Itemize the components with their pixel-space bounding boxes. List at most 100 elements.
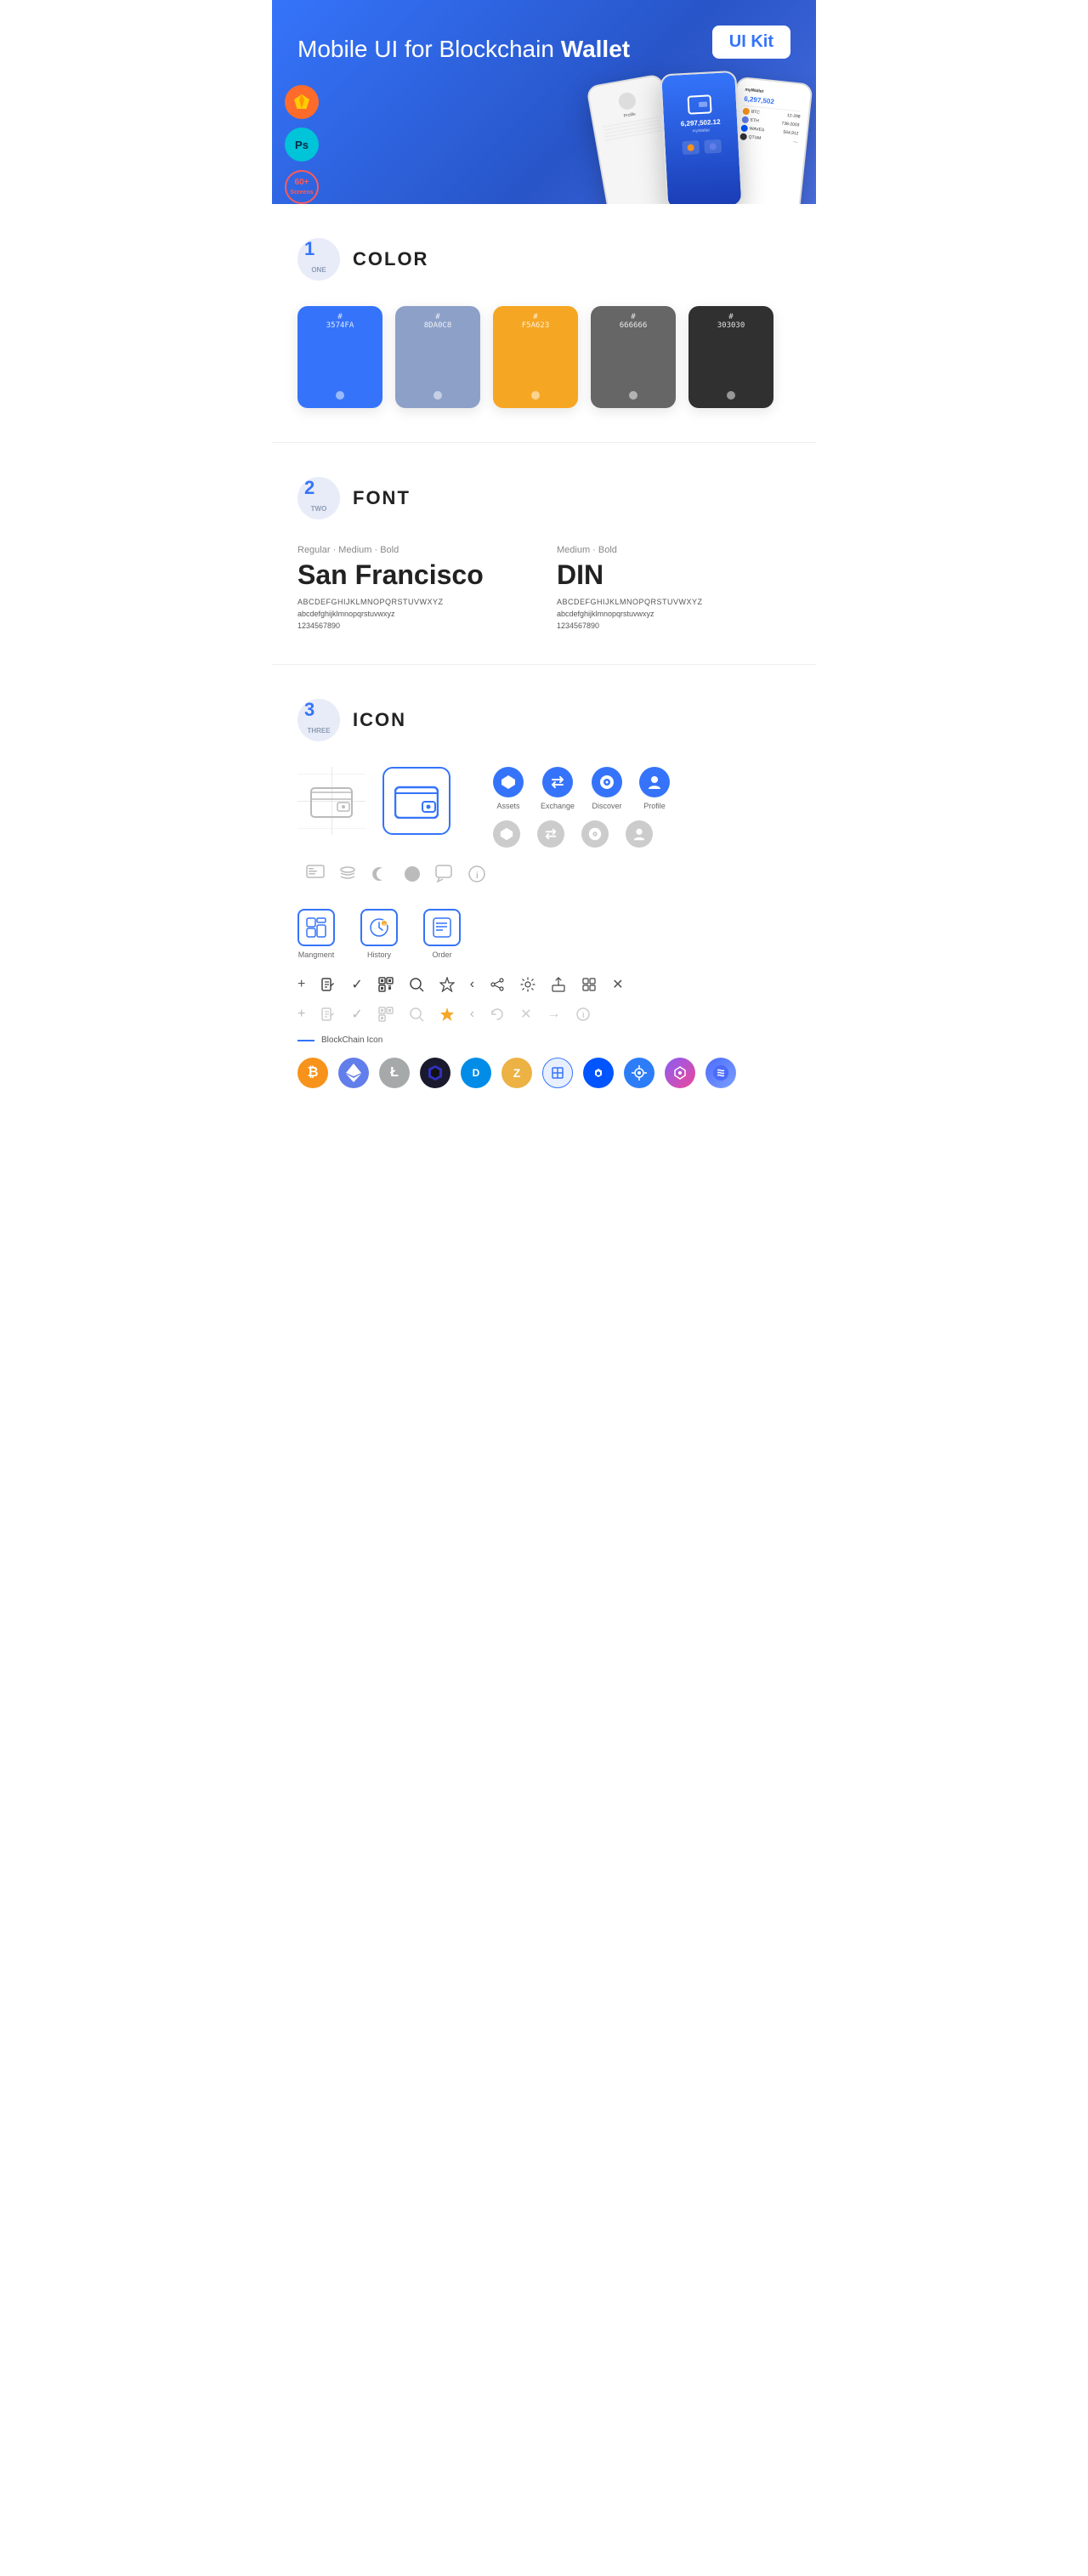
litecoin-icon: Ł xyxy=(379,1058,410,1088)
icon-section-title: ICON xyxy=(353,709,406,731)
share-icon[interactable] xyxy=(490,977,505,992)
order-icon: Order xyxy=(423,909,461,959)
color-swatch-grayblue: #8DA0C8 xyxy=(395,306,480,408)
svg-text:+: + xyxy=(383,922,386,928)
color-swatches-container: #3574FA #8DA0C8 #F5A623 #666666 #303030 xyxy=(298,306,790,408)
plus-icon-inactive: + xyxy=(298,1007,305,1022)
wallet-screen-icon xyxy=(688,94,712,114)
nav-icons-active-row: Assets Exchange xyxy=(493,767,670,810)
circle-icon xyxy=(403,865,422,883)
color-section-title: COLOR xyxy=(353,248,428,270)
din-name: DIN xyxy=(557,559,790,591)
color-swatch-orange: #F5A623 xyxy=(493,306,578,408)
close-icon[interactable]: ✕ xyxy=(612,976,623,993)
moon-icon xyxy=(371,865,389,883)
sf-lowercase: abcdefghijklmnopqrstuvwxyz xyxy=(298,610,531,618)
back-icon[interactable]: ‹ xyxy=(470,977,474,992)
arrow-right-inactive: → xyxy=(547,1007,560,1022)
ps-icon: Ps xyxy=(285,128,319,162)
tezos-icon xyxy=(624,1058,654,1088)
nav-icon-assets: Assets xyxy=(493,767,524,810)
sf-weights: Regular · Medium · Bold xyxy=(298,545,531,555)
history-icon: + History xyxy=(360,909,398,959)
nav-icon-assets-inactive xyxy=(493,820,520,848)
misc-icons-top-row: i xyxy=(306,865,486,883)
hero-section: Mobile UI for Blockchain Wallet UI Kit P… xyxy=(272,0,816,204)
color-swatch-blue: #3574FA xyxy=(298,306,382,408)
nav-icon-discover-inactive xyxy=(581,820,609,848)
icon-section: 3 THREE ICON xyxy=(272,665,816,1122)
sf-uppercase: ABCDEFGHIJKLMNOPQRSTUVWXYZ xyxy=(298,598,531,606)
matic-icon xyxy=(665,1058,695,1088)
svg-text:i: i xyxy=(582,1011,585,1019)
refresh-icon xyxy=(490,1007,505,1022)
crypto-icons-row: ₿ Ł D Z xyxy=(298,1058,790,1088)
color-section-header: 1 ONE COLOR xyxy=(298,238,790,281)
font-section-title: FONT xyxy=(353,487,411,509)
color-swatch-gray: #666666 xyxy=(591,306,676,408)
misc-icons-group: i xyxy=(306,865,486,883)
din-weights: Medium · Bold xyxy=(557,545,790,555)
phone-2: 6,297,502.12 myWallet xyxy=(660,71,743,204)
settings-icon[interactable] xyxy=(520,977,536,992)
bitcoin-icon: ₿ xyxy=(298,1058,328,1088)
blockchain-label: BlockChain Icon xyxy=(298,1036,790,1045)
screens-badge: 60+Screens xyxy=(285,170,319,204)
check-icon[interactable]: ✓ xyxy=(351,976,362,993)
wallet-icons-row: Assets Exchange xyxy=(298,767,790,883)
expand-icon[interactable] xyxy=(581,977,597,992)
ethereum-icon xyxy=(338,1058,369,1088)
font-section: 2 TWO FONT Regular · Medium · Bold San F… xyxy=(272,443,816,664)
star-icon-active xyxy=(439,1007,455,1022)
doc-edit-icon[interactable] xyxy=(320,977,336,992)
speech-bubble-icon xyxy=(435,865,454,883)
din-uppercase: ABCDEFGHIJKLMNOPQRSTUVWXYZ xyxy=(557,598,790,606)
x-icon-inactive: ✕ xyxy=(520,1006,531,1023)
doc-edit-icon-inactive xyxy=(320,1007,336,1022)
nav-icon-discover: Discover xyxy=(592,767,622,810)
wallet-outline-guide xyxy=(298,767,366,835)
color-section-number: 1 ONE xyxy=(298,238,340,281)
waves-icon xyxy=(583,1058,614,1088)
toolbar-icons-inactive: + ✓ xyxy=(298,1006,790,1023)
wallet-icon-gray xyxy=(310,784,353,818)
stack-icon xyxy=(338,865,357,883)
din-lowercase: abcdefghijklmnopqrstuvwxyz xyxy=(557,610,790,618)
nav-icon-profile: Profile xyxy=(639,767,670,810)
sketch-icon xyxy=(285,85,319,119)
font-block-sf: Regular · Medium · Bold San Francisco AB… xyxy=(298,545,531,630)
color-section: 1 ONE COLOR #3574FA #8DA0C8 #F5A623 #666… xyxy=(272,204,816,442)
lattice-icon xyxy=(542,1058,573,1088)
upload-icon[interactable] xyxy=(551,977,566,992)
wallet-icon-blue xyxy=(382,767,450,835)
band-icon xyxy=(706,1058,736,1088)
sf-name: San Francisco xyxy=(298,559,531,591)
info-icon: i xyxy=(468,865,486,883)
font-block-din: Medium · Bold DIN ABCDEFGHIJKLMNOPQRSTUV… xyxy=(557,545,790,630)
check-icon-inactive: ✓ xyxy=(351,1006,362,1023)
qr-icon[interactable] xyxy=(378,977,394,992)
nav-icon-exchange: Exchange xyxy=(541,767,575,810)
phone-mockups: Profile 6,297,502.12 myWallet xyxy=(476,17,816,204)
dash-icon: D xyxy=(461,1058,491,1088)
blockchain-label-text: BlockChain Icon xyxy=(321,1036,382,1045)
din-numbers: 1234567890 xyxy=(557,621,790,630)
search-icon-inactive xyxy=(409,1007,424,1022)
font-section-header: 2 TWO FONT xyxy=(298,477,790,519)
star-icon[interactable] xyxy=(439,977,455,992)
hero-tool-icons: Ps 60+Screens xyxy=(285,85,319,204)
nav-icon-profile-inactive xyxy=(626,820,653,848)
font-section-number: 2 TWO xyxy=(298,477,340,519)
svg-text:i: i xyxy=(476,871,479,881)
management-icons-row: Mangment + History xyxy=(298,909,790,959)
nav-icons-group: Assets Exchange xyxy=(493,767,670,848)
search-icon[interactable] xyxy=(409,977,424,992)
qr-icon-inactive xyxy=(378,1007,394,1022)
nav-icon-exchange-inactive xyxy=(537,820,564,848)
management-icon: Mangment xyxy=(298,909,335,959)
plus-icon[interactable]: + xyxy=(298,977,305,992)
nav-icons-inactive-row xyxy=(493,820,670,848)
info-icon-inactive: i xyxy=(575,1007,591,1022)
zcash-icon: Z xyxy=(502,1058,532,1088)
icon-section-header: 3 THREE ICON xyxy=(298,699,790,741)
